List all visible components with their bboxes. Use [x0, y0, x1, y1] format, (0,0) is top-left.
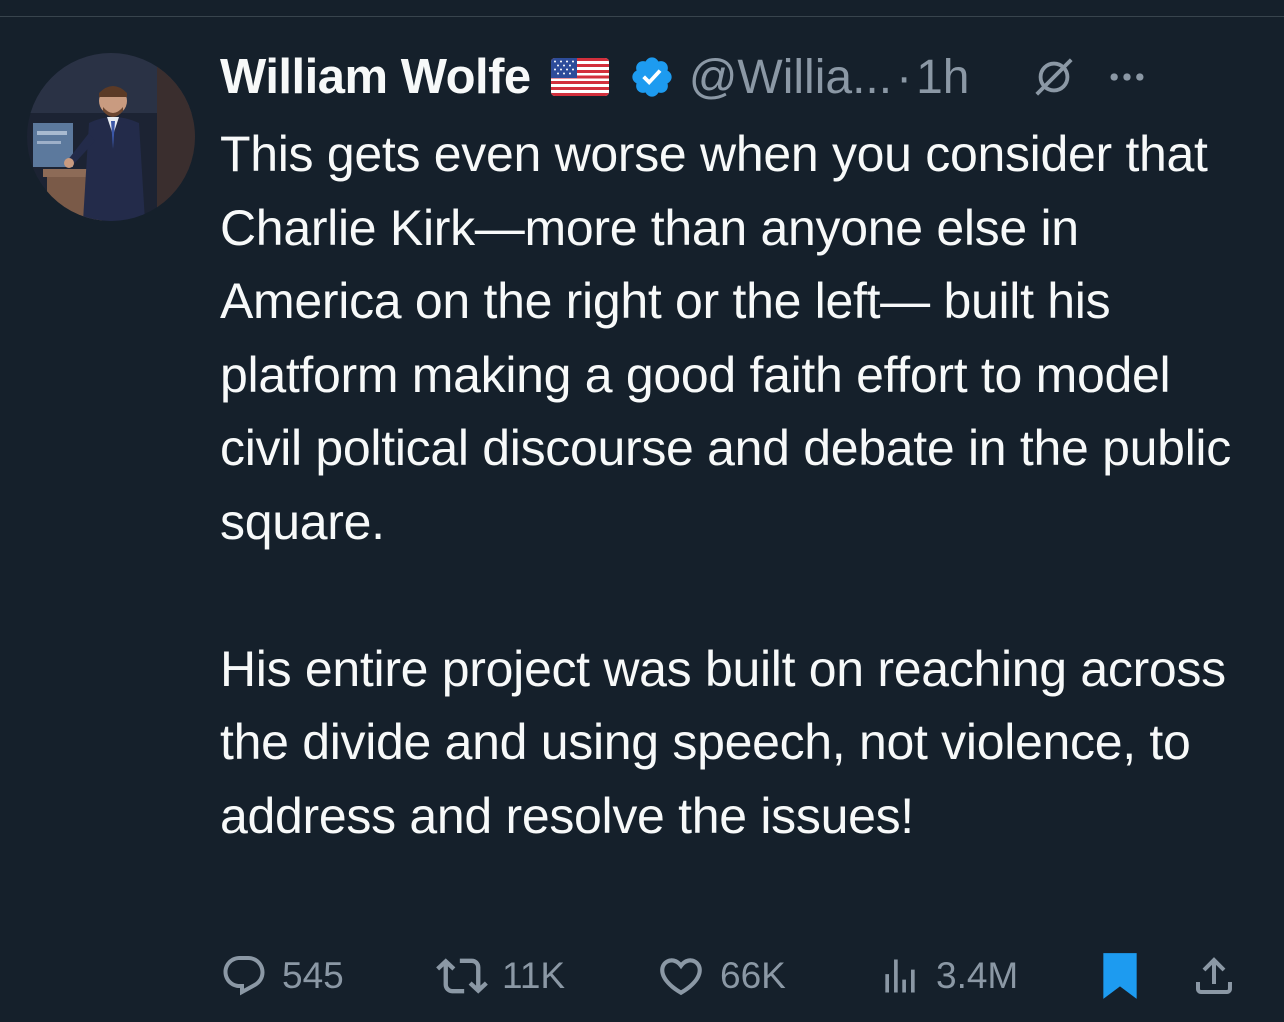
action-bar: 545 11K 66K 3.4M [220, 946, 1260, 1006]
us-flag-icon [550, 58, 609, 96]
bookmark-icon [1103, 953, 1137, 999]
reply-button[interactable]: 545 [220, 946, 344, 1006]
tweet-header: William Wolfe @Willia... · 1h [220, 46, 1270, 108]
avatar-image [27, 53, 195, 221]
repost-count: 11K [502, 955, 566, 996]
author-handle[interactable]: @Willia... [689, 50, 892, 105]
separator-dot: · [896, 50, 913, 104]
more-icon[interactable] [1105, 55, 1149, 99]
heart-icon [660, 958, 702, 996]
repost-button[interactable]: 11K [436, 946, 565, 1006]
avatar[interactable] [27, 53, 195, 221]
repost-icon [436, 958, 488, 994]
reply-count: 545 [282, 955, 344, 996]
bookmark-button[interactable] [1098, 946, 1142, 1006]
share-button[interactable] [1190, 946, 1238, 1006]
like-button[interactable]: 66K [656, 946, 786, 1006]
reply-icon [223, 956, 265, 996]
top-divider [0, 16, 1284, 17]
views-count: 3.4M [936, 955, 1019, 996]
share-icon [1196, 957, 1232, 994]
author-name[interactable]: William Wolfe [220, 49, 531, 105]
like-count: 66K [720, 955, 786, 996]
tweet-text: This gets even worse when you consider t… [220, 126, 1231, 844]
timestamp[interactable]: 1h [916, 50, 969, 105]
grok-icon[interactable] [1031, 54, 1077, 100]
views-icon [885, 959, 915, 993]
views-button[interactable]: 3.4M [878, 946, 1018, 1006]
verified-badge-icon[interactable] [629, 54, 675, 100]
